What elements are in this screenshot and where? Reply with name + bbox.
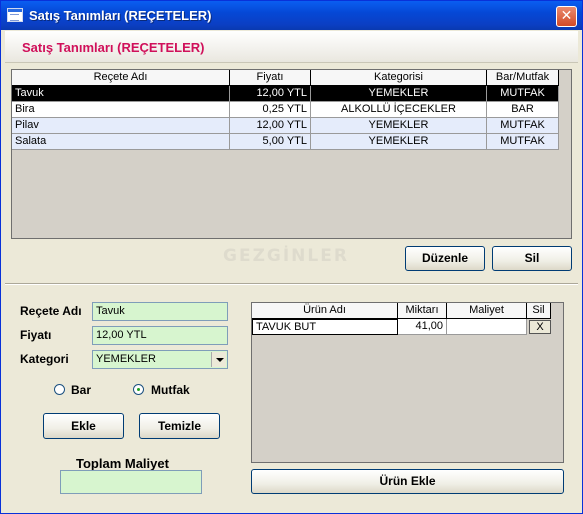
- category-selected-value: YEMEKLER: [96, 353, 156, 365]
- recipe-price-cell: 5,00 YTL: [230, 134, 311, 150]
- ingredients-table[interactable]: Ürün Adı Miktarı Maliyet Sil TAVUK BUT 4…: [251, 302, 564, 463]
- price-label: Fiyatı: [20, 328, 52, 342]
- delete-button[interactable]: Sil: [492, 246, 572, 271]
- column-header-place[interactable]: Bar/Mutfak: [487, 70, 559, 86]
- page-title: Satış Tanımları (REÇETELER): [22, 40, 205, 55]
- column-header-cost[interactable]: Maliyet: [447, 303, 527, 319]
- recipe-category-cell: YEMEKLER: [311, 134, 487, 150]
- recipe-category-cell: YEMEKLER: [311, 86, 487, 102]
- recipe-place-cell: MUTFAK: [487, 118, 559, 134]
- recipe-category-cell: YEMEKLER: [311, 118, 487, 134]
- recipe-price-cell: 12,00 YTL: [230, 86, 311, 102]
- chevron-down-icon[interactable]: [211, 352, 226, 367]
- recipe-place-cell: MUTFAK: [487, 86, 559, 102]
- window-title: Satış Tanımları (REÇETELER): [29, 8, 212, 23]
- price-field[interactable]: 12,00 YTL: [92, 326, 228, 345]
- recipes-table[interactable]: Reçete Adı Fiyatı Kategorisi Bar/Mutfak …: [11, 69, 572, 239]
- category-select[interactable]: YEMEKLER: [92, 350, 228, 369]
- ingredients-table-header: Ürün Adı Miktarı Maliyet Sil: [252, 303, 551, 319]
- recipe-name-field[interactable]: Tavuk: [92, 302, 228, 321]
- total-cost-label: Toplam Maliyet: [76, 456, 169, 471]
- kitchen-radio-label[interactable]: Mutfak: [151, 383, 190, 397]
- product-name-cell[interactable]: TAVUK BUT: [252, 319, 398, 335]
- recipe-place-cell: BAR: [487, 102, 559, 118]
- recipe-category-cell: ALKOLLÜ İÇECEKLER: [311, 102, 487, 118]
- total-cost-field: [60, 470, 202, 494]
- close-icon[interactable]: ✕: [556, 6, 577, 27]
- column-header-category[interactable]: Kategorisi: [311, 70, 487, 86]
- delete-row-button[interactable]: X: [529, 320, 551, 334]
- recipe-name-cell: Pilav: [12, 118, 230, 134]
- recipe-name-cell: Tavuk: [12, 86, 230, 102]
- app-window: Satış Tanımları (REÇETELER) ✕ Satış Tanı…: [0, 0, 583, 514]
- column-header-recipe-name[interactable]: Reçete Adı: [12, 70, 230, 86]
- column-header-quantity[interactable]: Miktarı: [398, 303, 447, 319]
- header-banner: Satış Tanımları (REÇETELER): [5, 31, 578, 63]
- title-bar[interactable]: Satış Tanımları (REÇETELER) ✕: [1, 1, 582, 30]
- edit-button[interactable]: Düzenle: [405, 246, 485, 271]
- recipe-name-cell: Salata: [12, 134, 230, 150]
- divider: [5, 283, 578, 285]
- bar-radio-label[interactable]: Bar: [71, 383, 91, 397]
- recipe-price-cell: 12,00 YTL: [230, 118, 311, 134]
- column-header-product-name[interactable]: Ürün Adı: [252, 303, 398, 319]
- recipe-name-cell: Bira: [12, 102, 230, 118]
- watermark: GEZGİNLER: [223, 246, 349, 266]
- recipe-place-cell: MUTFAK: [487, 134, 559, 150]
- recipe-price-cell: 0,25 YTL: [230, 102, 311, 118]
- kitchen-radio[interactable]: [133, 384, 144, 395]
- column-header-price[interactable]: Fiyatı: [230, 70, 311, 86]
- clear-button[interactable]: Temizle: [139, 413, 220, 439]
- recipe-name-label: Reçete Adı: [20, 304, 82, 318]
- cost-cell[interactable]: [447, 319, 527, 335]
- add-product-button[interactable]: Ürün Ekle: [251, 469, 564, 494]
- category-label: Kategori: [20, 352, 69, 366]
- add-button[interactable]: Ekle: [43, 413, 124, 439]
- column-header-delete[interactable]: Sil: [527, 303, 551, 319]
- bar-radio[interactable]: [54, 384, 65, 395]
- window-form-icon: [7, 8, 23, 22]
- quantity-cell[interactable]: 41,00: [398, 319, 447, 335]
- recipes-table-header: Reçete Adı Fiyatı Kategorisi Bar/Mutfak: [12, 70, 559, 86]
